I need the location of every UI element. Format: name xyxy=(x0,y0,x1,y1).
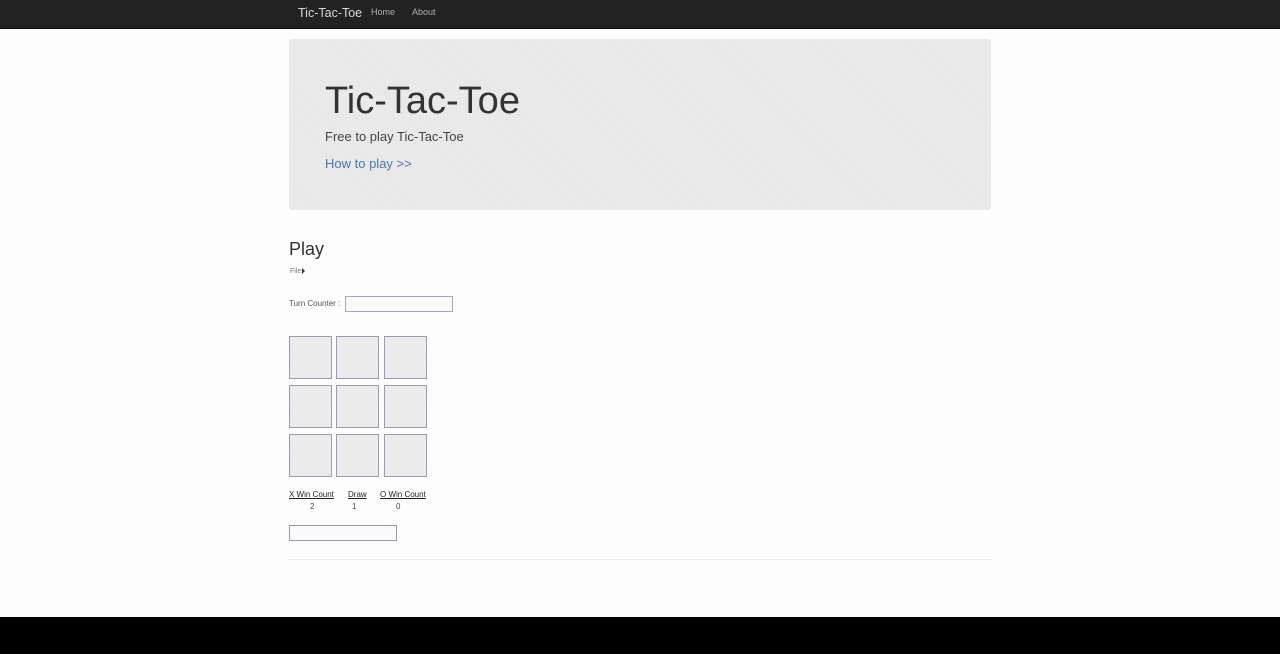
board-cell-5[interactable] xyxy=(336,385,379,428)
nav-link-home[interactable]: Home xyxy=(371,7,395,18)
x-win-count-label: X Win Count xyxy=(289,490,334,499)
status-message-box xyxy=(289,525,397,541)
board-cell-6[interactable] xyxy=(384,385,427,428)
navbar: Tic-Tac-Toe Home About xyxy=(0,0,1280,29)
nav-link-about[interactable]: About xyxy=(412,7,436,18)
hero-subtitle: Free to play Tic-Tac-Toe xyxy=(325,129,464,144)
board-cell-1[interactable] xyxy=(289,336,332,379)
hero-jumbotron: Tic-Tac-Toe Free to play Tic-Tac-Toe How… xyxy=(289,39,991,210)
file-menu-label: File xyxy=(290,268,302,275)
file-menu[interactable]: File xyxy=(290,267,306,276)
board-cell-9[interactable] xyxy=(384,434,427,477)
turn-counter-label: Turn Counter : xyxy=(289,299,341,308)
o-win-count-value: 0 xyxy=(396,502,401,511)
board-cell-8[interactable] xyxy=(336,434,379,477)
board-cell-7[interactable] xyxy=(289,434,332,477)
board-cell-4[interactable] xyxy=(289,385,332,428)
draw-count-value: 1 xyxy=(352,502,357,511)
how-to-play-link[interactable]: How to play >> xyxy=(325,156,412,171)
draw-count-label: Draw xyxy=(348,490,367,499)
o-win-count-label: O Win Count xyxy=(380,490,426,499)
navbar-brand[interactable]: Tic-Tac-Toe xyxy=(298,6,362,20)
hero-title: Tic-Tac-Toe xyxy=(325,80,520,122)
play-section-title: Play xyxy=(289,239,325,259)
board-cell-2[interactable] xyxy=(336,336,379,379)
turn-counter-input[interactable] xyxy=(345,296,453,312)
footer-divider xyxy=(289,559,991,560)
board-cell-3[interactable] xyxy=(384,336,427,379)
game-board xyxy=(289,336,431,480)
page: Tic-Tac-Toe Home About Tic-Tac-Toe Free … xyxy=(0,0,1280,617)
x-win-count-value: 2 xyxy=(310,502,315,511)
caret-right-icon xyxy=(302,268,306,274)
